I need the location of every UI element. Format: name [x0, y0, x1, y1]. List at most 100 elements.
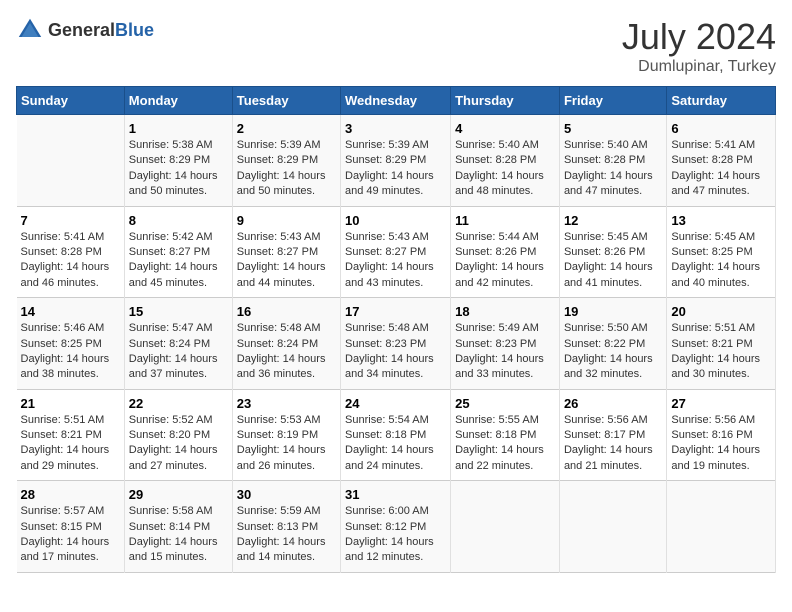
calendar-cell: 19Sunrise: 5:50 AM Sunset: 8:22 PM Dayli… — [559, 298, 666, 390]
calendar-cell: 18 Sunrise: 5:49 AM Sunset: 8:23 PM Dayli… — [451, 298, 560, 390]
day-info: Sunrise: 6:00 AM Sunset: 8:12 PM Dayligh… — [345, 504, 446, 566]
day-number: 15 — [129, 304, 228, 319]
logo: GeneralBlue — [16, 16, 154, 44]
calendar-cell: 2Sunrise: 5:39 AM Sunset: 8:29 PM Daylig… — [232, 115, 340, 207]
day-number: 17 — [345, 304, 446, 319]
day-info: Sunrise: 5:49 AM Sunset: 8:23 PM Dayligh… — [455, 321, 555, 383]
calendar-cell: 27 Sunrise: 5:56 AM Sunset: 8:16 PM Dayli… — [667, 389, 776, 481]
day-number: 21 — [21, 396, 120, 411]
logo-blue: Blue — [115, 20, 154, 40]
day-header-sunday: Sunday — [17, 87, 125, 115]
day-number: 5 — [564, 121, 662, 136]
day-number: 4 — [455, 121, 555, 136]
day-info: Sunrise: 5:47 AM Sunset: 8:24 PM Dayligh… — [129, 321, 228, 383]
calendar-cell — [451, 481, 560, 573]
day-number: 20 — [671, 304, 771, 319]
calendar-header: SundayMondayTuesdayWednesdayThursdayFrid… — [17, 87, 776, 115]
day-info: Sunrise: 5:52 AM Sunset: 8:20 PM Dayligh… — [129, 413, 228, 475]
day-info: Sunrise: 5:56 AM Sunset: 8:16 PM Dayligh… — [671, 413, 771, 475]
calendar-week-5: 28Sunrise: 5:57 AM Sunset: 8:15 PM Dayli… — [17, 481, 776, 573]
day-info: Sunrise: 5:44 AM Sunset: 8:26 PM Dayligh… — [455, 230, 555, 292]
logo-general: General — [48, 20, 115, 40]
day-number: 23 — [237, 396, 336, 411]
calendar-cell: 15 Sunrise: 5:47 AM Sunset: 8:24 PM Dayli… — [124, 298, 232, 390]
page-header: GeneralBlue July 2024 Dumlupinar, Turkey — [16, 16, 776, 76]
calendar-cell: 7 Sunrise: 5:41 AM Sunset: 8:28 PM Daylig… — [17, 206, 125, 298]
day-number: 18 — [455, 304, 555, 319]
calendar-cell: 22Sunrise: 5:52 AM Sunset: 8:20 PM Dayli… — [124, 389, 232, 481]
calendar-cell: 12 Sunrise: 5:45 AM Sunset: 8:26 PM Dayli… — [559, 206, 666, 298]
calendar-cell — [17, 115, 125, 207]
day-info: Sunrise: 5:39 AM Sunset: 8:29 PM Dayligh… — [237, 138, 336, 200]
day-info: Sunrise: 5:45 AM Sunset: 8:26 PM Dayligh… — [564, 230, 662, 292]
calendar-cell: 8Sunrise: 5:42 AM Sunset: 8:27 PM Daylig… — [124, 206, 232, 298]
day-number: 10 — [345, 213, 446, 228]
day-info: Sunrise: 5:40 AM Sunset: 8:28 PM Dayligh… — [455, 138, 555, 200]
day-info: Sunrise: 5:59 AM Sunset: 8:13 PM Dayligh… — [237, 504, 336, 566]
day-info: Sunrise: 5:51 AM Sunset: 8:21 PM Dayligh… — [671, 321, 771, 383]
page-subtitle: Dumlupinar, Turkey — [622, 58, 776, 76]
day-number: 8 — [129, 213, 228, 228]
day-info: Sunrise: 5:38 AM Sunset: 8:29 PM Dayligh… — [129, 138, 228, 200]
day-info: Sunrise: 5:39 AM Sunset: 8:29 PM Dayligh… — [345, 138, 446, 200]
day-info: Sunrise: 5:57 AM Sunset: 8:15 PM Dayligh… — [21, 504, 120, 566]
day-number: 11 — [455, 213, 555, 228]
day-number: 30 — [237, 487, 336, 502]
calendar-cell: 24Sunrise: 5:54 AM Sunset: 8:18 PM Dayli… — [341, 389, 451, 481]
day-header-wednesday: Wednesday — [341, 87, 451, 115]
day-number: 26 — [564, 396, 662, 411]
calendar-cell: 9Sunrise: 5:43 AM Sunset: 8:27 PM Daylig… — [232, 206, 340, 298]
calendar-cell: 1 Sunrise: 5:38 AM Sunset: 8:29 PM Daylig… — [124, 115, 232, 207]
day-info: Sunrise: 5:48 AM Sunset: 8:24 PM Dayligh… — [237, 321, 336, 383]
calendar-cell: 28Sunrise: 5:57 AM Sunset: 8:15 PM Dayli… — [17, 481, 125, 573]
calendar-cell: 11 Sunrise: 5:44 AM Sunset: 8:26 PM Dayli… — [451, 206, 560, 298]
day-info: Sunrise: 5:55 AM Sunset: 8:18 PM Dayligh… — [455, 413, 555, 475]
day-info: Sunrise: 5:41 AM Sunset: 8:28 PM Dayligh… — [671, 138, 771, 200]
day-header-friday: Friday — [559, 87, 666, 115]
day-number: 13 — [671, 213, 771, 228]
day-info: Sunrise: 5:41 AM Sunset: 8:28 PM Dayligh… — [21, 230, 120, 292]
day-number: 27 — [671, 396, 771, 411]
day-number: 6 — [671, 121, 771, 136]
calendar-body: 1 Sunrise: 5:38 AM Sunset: 8:29 PM Daylig… — [17, 115, 776, 573]
day-info: Sunrise: 5:46 AM Sunset: 8:25 PM Dayligh… — [21, 321, 120, 383]
day-number: 9 — [237, 213, 336, 228]
day-number: 7 — [21, 213, 120, 228]
day-info: Sunrise: 5:48 AM Sunset: 8:23 PM Dayligh… — [345, 321, 446, 383]
calendar-cell: 6 Sunrise: 5:41 AM Sunset: 8:28 PM Daylig… — [667, 115, 776, 207]
day-number: 25 — [455, 396, 555, 411]
calendar-cell: 13 Sunrise: 5:45 AM Sunset: 8:25 PM Dayli… — [667, 206, 776, 298]
calendar-cell: 25 Sunrise: 5:55 AM Sunset: 8:18 PM Dayli… — [451, 389, 560, 481]
day-header-monday: Monday — [124, 87, 232, 115]
calendar-week-4: 21Sunrise: 5:51 AM Sunset: 8:21 PM Dayli… — [17, 389, 776, 481]
calendar-cell: 4 Sunrise: 5:40 AM Sunset: 8:28 PM Daylig… — [451, 115, 560, 207]
calendar-cell: 17 Sunrise: 5:48 AM Sunset: 8:23 PM Dayli… — [341, 298, 451, 390]
day-number: 24 — [345, 396, 446, 411]
day-number: 29 — [129, 487, 228, 502]
calendar-cell: 30 Sunrise: 5:59 AM Sunset: 8:13 PM Dayli… — [232, 481, 340, 573]
calendar-week-3: 14 Sunrise: 5:46 AM Sunset: 8:25 PM Dayli… — [17, 298, 776, 390]
day-info: Sunrise: 5:58 AM Sunset: 8:14 PM Dayligh… — [129, 504, 228, 566]
day-header-saturday: Saturday — [667, 87, 776, 115]
day-info: Sunrise: 5:45 AM Sunset: 8:25 PM Dayligh… — [671, 230, 771, 292]
day-number: 12 — [564, 213, 662, 228]
calendar-cell — [667, 481, 776, 573]
day-info: Sunrise: 5:43 AM Sunset: 8:27 PM Dayligh… — [345, 230, 446, 292]
calendar-cell: 14 Sunrise: 5:46 AM Sunset: 8:25 PM Dayli… — [17, 298, 125, 390]
calendar-cell: 21Sunrise: 5:51 AM Sunset: 8:21 PM Dayli… — [17, 389, 125, 481]
day-header-tuesday: Tuesday — [232, 87, 340, 115]
day-info: Sunrise: 5:53 AM Sunset: 8:19 PM Dayligh… — [237, 413, 336, 475]
calendar-table: SundayMondayTuesdayWednesdayThursdayFrid… — [16, 86, 776, 573]
calendar-cell: 20 Sunrise: 5:51 AM Sunset: 8:21 PM Dayli… — [667, 298, 776, 390]
calendar-cell — [559, 481, 666, 573]
day-number: 19 — [564, 304, 662, 319]
calendar-cell: 26Sunrise: 5:56 AM Sunset: 8:17 PM Dayli… — [559, 389, 666, 481]
days-of-week-row: SundayMondayTuesdayWednesdayThursdayFrid… — [17, 87, 776, 115]
calendar-cell: 10 Sunrise: 5:43 AM Sunset: 8:27 PM Dayli… — [341, 206, 451, 298]
day-number: 14 — [21, 304, 120, 319]
calendar-cell: 16Sunrise: 5:48 AM Sunset: 8:24 PM Dayli… — [232, 298, 340, 390]
calendar-cell: 23 Sunrise: 5:53 AM Sunset: 8:19 PM Dayli… — [232, 389, 340, 481]
title-block: July 2024 Dumlupinar, Turkey — [622, 16, 776, 76]
calendar-week-1: 1 Sunrise: 5:38 AM Sunset: 8:29 PM Daylig… — [17, 115, 776, 207]
day-number: 1 — [129, 121, 228, 136]
